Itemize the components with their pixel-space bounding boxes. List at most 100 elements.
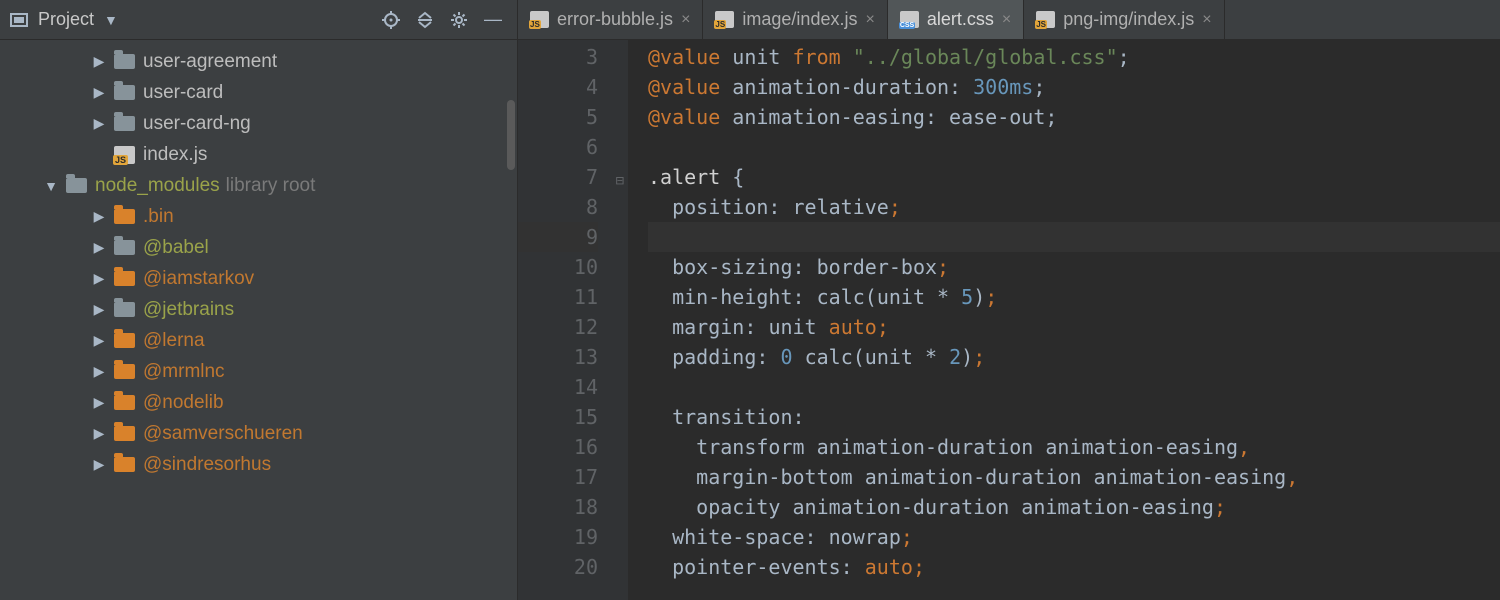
tree-row[interactable]: user-agreement (0, 46, 517, 77)
tree-item-label: @samverschueren (143, 423, 303, 445)
gear-icon[interactable] (445, 6, 473, 34)
gutter-line-number[interactable]: 5 (518, 102, 598, 132)
folder-icon (114, 116, 135, 131)
gutter-line-number[interactable]: 19 (518, 522, 598, 552)
code-line[interactable]: margin-bottom animation-duration animati… (648, 462, 1500, 492)
code-line[interactable]: pointer-events: auto; (648, 552, 1500, 582)
chevron-right-icon[interactable] (92, 115, 106, 132)
chevron-down-icon[interactable]: ▼ (104, 12, 118, 28)
gutter-line-number[interactable]: 9 (518, 222, 598, 252)
chevron-right-icon[interactable] (92, 456, 106, 473)
chevron-right-icon[interactable] (92, 301, 106, 318)
chevron-right-icon[interactable] (92, 363, 106, 380)
chevron-right-icon[interactable] (92, 425, 106, 442)
chevron-right-icon[interactable] (92, 394, 106, 411)
folder-excluded-icon (114, 271, 135, 286)
tree-row[interactable]: @mrmlnc (0, 356, 517, 387)
code-line[interactable]: white-space: nowrap; (648, 522, 1500, 552)
project-title[interactable]: Project (38, 9, 94, 30)
chevron-right-icon[interactable] (92, 270, 106, 287)
code-line[interactable]: position: relative; (648, 192, 1500, 222)
gutter-line-number[interactable]: 10 (518, 252, 598, 282)
locate-icon[interactable] (377, 6, 405, 34)
project-tree[interactable]: user-agreement user-card user-card-ngindex… (0, 40, 517, 600)
tree-row[interactable]: user-card (0, 77, 517, 108)
gutter-line-number[interactable]: 15 (518, 402, 598, 432)
gutter-line-number[interactable]: 17 (518, 462, 598, 492)
tree-row[interactable]: .bin (0, 201, 517, 232)
tree-row[interactable]: user-card-ng (0, 108, 517, 139)
tree-row[interactable]: node_moduleslibrary root (0, 170, 517, 201)
tree-row[interactable]: index.js (0, 139, 517, 170)
tree-row[interactable]: @nodelib (0, 387, 517, 418)
editor-tab[interactable]: error-bubble.js × (518, 0, 703, 39)
chevron-right-icon[interactable] (92, 239, 106, 256)
tree-row[interactable]: @babel (0, 232, 517, 263)
tree-row[interactable]: @samverschueren (0, 418, 517, 449)
gutter-line-number[interactable]: 13 (518, 342, 598, 372)
gutter-line-number[interactable]: 18 (518, 492, 598, 522)
close-icon[interactable]: × (1202, 11, 1211, 29)
minimize-icon[interactable]: — (479, 6, 507, 34)
code-editor[interactable]: 3456 ⊟ 7891011121314151617181920 @value un… (518, 40, 1500, 600)
js-file-icon (114, 146, 135, 164)
tree-row[interactable]: @iamstarkov (0, 263, 517, 294)
gutter-line-number[interactable]: 6 (518, 132, 598, 162)
code-line[interactable]: @value animation-duration: 300ms; (648, 72, 1500, 102)
folder-icon (114, 240, 135, 255)
editor-tab[interactable]: image/index.js × (703, 0, 887, 39)
code-line[interactable]: @value unit from "../global/global.css"; (648, 42, 1500, 72)
close-icon[interactable]: × (681, 11, 690, 29)
gutter-line-number[interactable]: 7 (518, 162, 598, 192)
code-line[interactable]: min-height: calc(unit * 5); (648, 282, 1500, 312)
gutter-line-number[interactable]: 16 (518, 432, 598, 462)
code-line[interactable]: margin: unit auto; (648, 312, 1500, 342)
editor-tab[interactable]: png-img/index.js× (1024, 0, 1224, 39)
folder-excluded-icon (114, 457, 135, 472)
gutter-line-number[interactable]: 4 (518, 72, 598, 102)
folder-icon (114, 54, 135, 69)
code-line[interactable]: @value animation-easing: ease-out; (648, 102, 1500, 132)
tree-item-label: user-card (143, 82, 223, 104)
gutter-line-number[interactable]: 8 (518, 192, 598, 222)
tree-row[interactable]: @lerna (0, 325, 517, 356)
code-line[interactable]: padding: 0 calc(unit * 2); (648, 342, 1500, 372)
chevron-down-icon[interactable] (44, 178, 58, 194)
gutter-line-number[interactable]: 14 (518, 372, 598, 402)
scrollbar-thumb[interactable] (507, 100, 515, 170)
fold-toggle-icon[interactable]: ⊟ (616, 166, 624, 196)
editor-body[interactable]: @value unit from "../global/global.css";… (628, 40, 1500, 600)
gutter-line-number[interactable]: 11 (518, 282, 598, 312)
tree-item-label: @iamstarkov (143, 268, 254, 290)
tree-row[interactable]: @jetbrains (0, 294, 517, 325)
tab-label: image/index.js (742, 9, 857, 30)
code-line[interactable] (648, 132, 1500, 162)
code-line[interactable]: opacity animation-duration animation-eas… (648, 492, 1500, 522)
folder-icon (114, 302, 135, 317)
code-line[interactable]: transition: (648, 402, 1500, 432)
code-line[interactable] (648, 372, 1500, 402)
close-icon[interactable]: × (865, 11, 874, 29)
tree-item-label: .bin (143, 206, 174, 228)
gutter-line-number[interactable]: 3 (518, 42, 598, 72)
code-line[interactable] (648, 222, 1500, 252)
chevron-right-icon[interactable] (92, 53, 106, 70)
tree-row[interactable]: @sindresorhus (0, 449, 517, 480)
chevron-right-icon[interactable] (92, 208, 106, 225)
gutter-line-number[interactable]: 20 (518, 552, 598, 582)
close-icon[interactable]: × (1002, 11, 1011, 29)
tree-item-label: node_modules (95, 175, 220, 197)
editor-tab[interactable]: alert.css× (888, 0, 1024, 39)
collapse-all-icon[interactable] (411, 6, 439, 34)
tab-label: error-bubble.js (557, 9, 673, 30)
editor-gutter[interactable]: 3456 ⊟ 7891011121314151617181920 (518, 40, 628, 600)
folder-icon (114, 85, 135, 100)
code-line[interactable]: box-sizing: border-box; (648, 252, 1500, 282)
chevron-right-icon[interactable] (92, 332, 106, 349)
code-line[interactable]: transform animation-duration animation-e… (648, 432, 1500, 462)
folder-icon (66, 178, 87, 193)
code-line[interactable]: .alert { (648, 162, 1500, 192)
chevron-right-icon[interactable] (92, 84, 106, 101)
gutter-line-number[interactable]: 12 (518, 312, 598, 342)
tree-item-label: @babel (143, 237, 209, 259)
